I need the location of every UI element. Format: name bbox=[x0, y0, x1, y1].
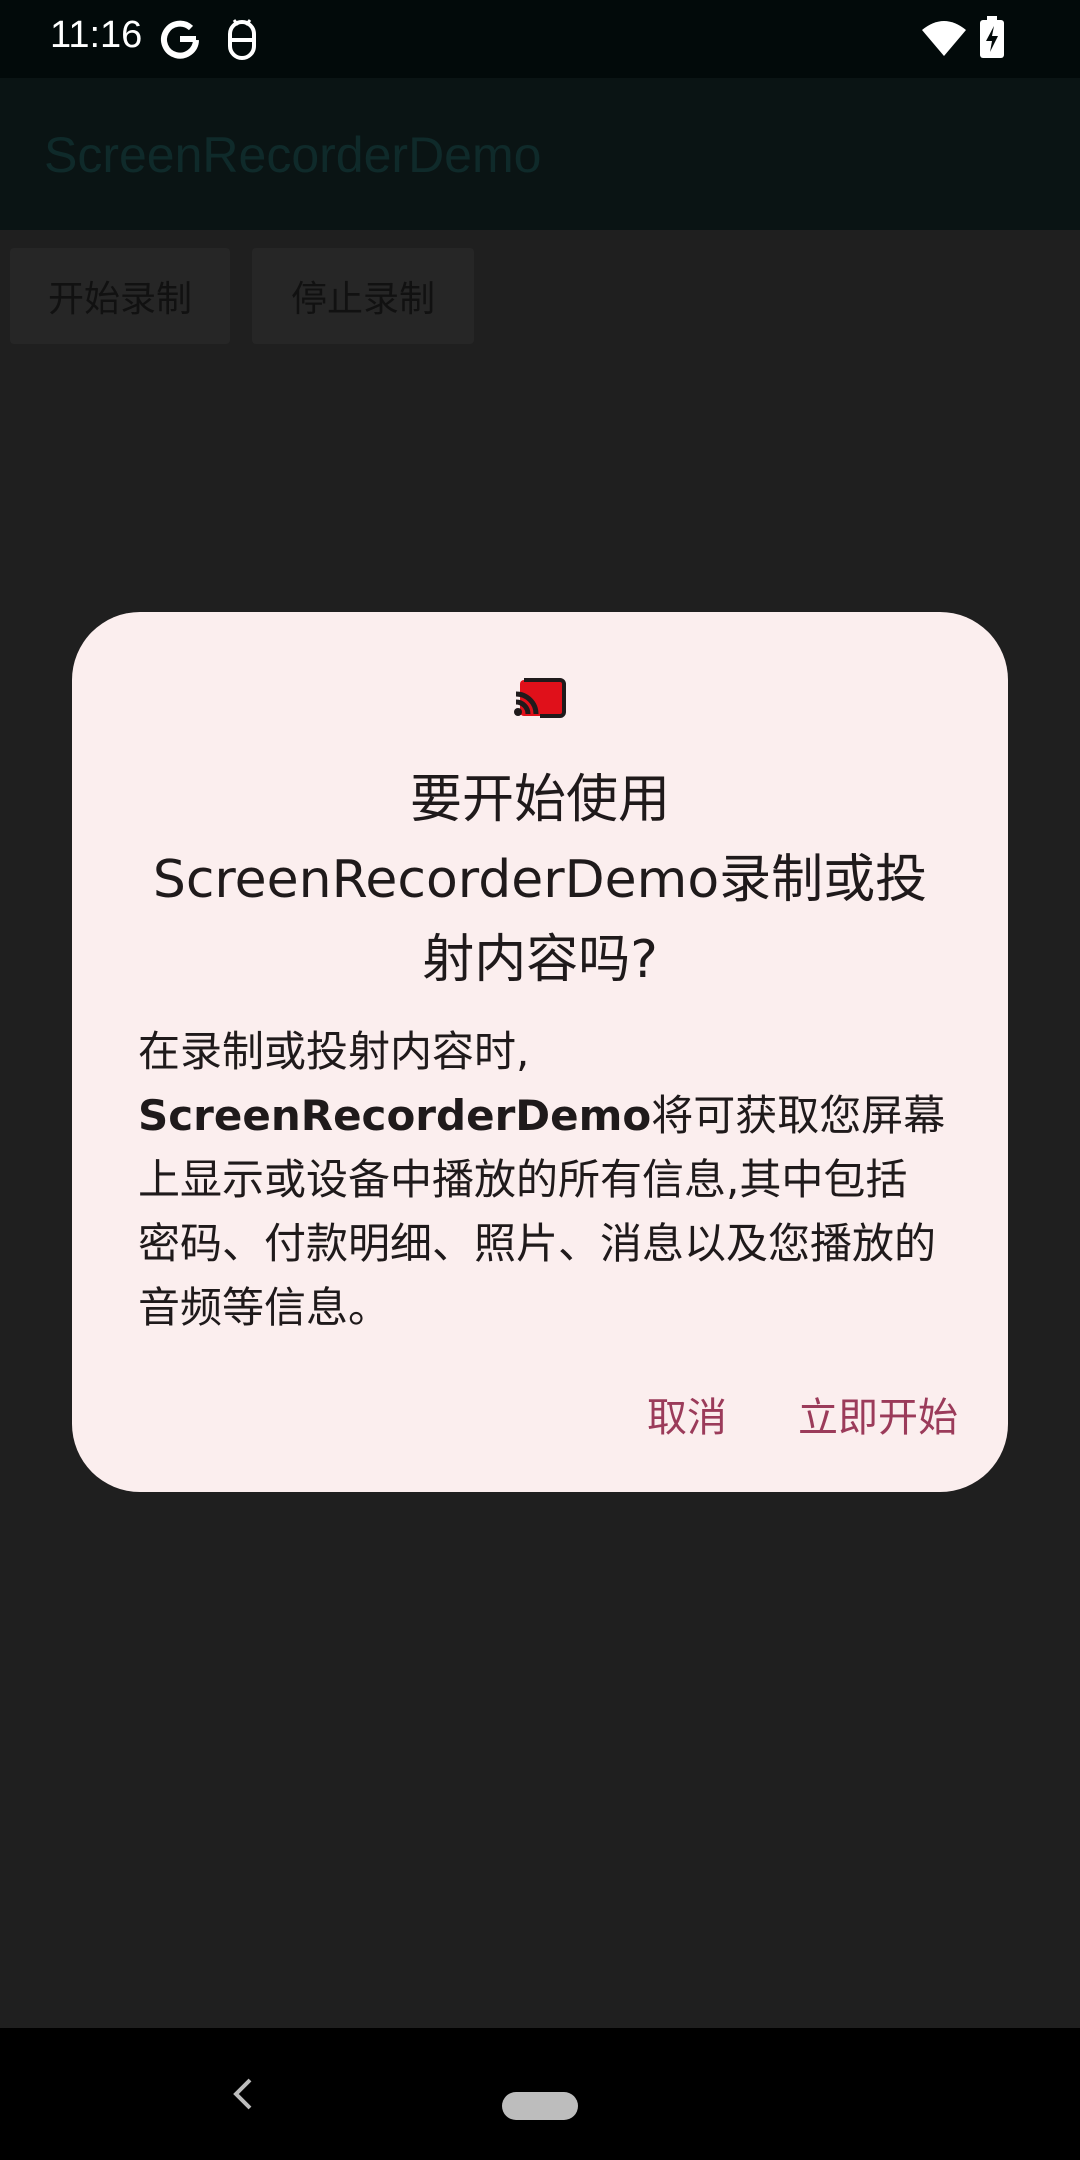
start-now-button[interactable]: 立即开始 bbox=[778, 1374, 978, 1454]
app-bar: ScreenRecorderDemo bbox=[0, 78, 1080, 230]
home-pill-icon[interactable] bbox=[502, 2092, 578, 2120]
battery-charging-icon bbox=[980, 16, 1004, 58]
wifi-icon bbox=[922, 21, 966, 56]
dialog-title: 要开始使用ScreenRecorderDemo录制或投射内容吗? bbox=[152, 770, 928, 990]
status-bar: 11:16 bbox=[0, 0, 1080, 78]
status-time: 11:16 bbox=[50, 14, 143, 56]
dialog-body: 在录制或投射内容时, ScreenRecorderDemo将可获取您屏幕上显示或设… bbox=[138, 1020, 948, 1340]
cancel-label: 取消 bbox=[647, 1395, 727, 1441]
android-bug-icon bbox=[228, 19, 256, 60]
cancel-button[interactable]: 取消 bbox=[612, 1374, 762, 1454]
stop-recording-button[interactable]: 停止录制 bbox=[252, 248, 474, 344]
navigation-bar bbox=[0, 2028, 1080, 2160]
dialog-body-app-name: ScreenRecorderDemo bbox=[138, 1091, 652, 1140]
start-recording-button[interactable]: 开始录制 bbox=[10, 248, 230, 344]
google-g-icon bbox=[161, 20, 199, 59]
dialog-body-prefix: 在录制或投射内容时, bbox=[138, 1027, 530, 1076]
app-title: ScreenRecorderDemo bbox=[44, 127, 542, 183]
back-chevron-icon[interactable] bbox=[222, 2072, 266, 2116]
stop-recording-label: 停止录制 bbox=[290, 279, 435, 320]
start-now-label: 立即开始 bbox=[798, 1395, 958, 1441]
screen-capture-dialog: 要开始使用ScreenRecorderDemo录制或投射内容吗? 在录制或投射内… bbox=[72, 612, 1008, 1492]
start-recording-label: 开始录制 bbox=[47, 279, 192, 320]
cast-icon bbox=[514, 678, 566, 718]
